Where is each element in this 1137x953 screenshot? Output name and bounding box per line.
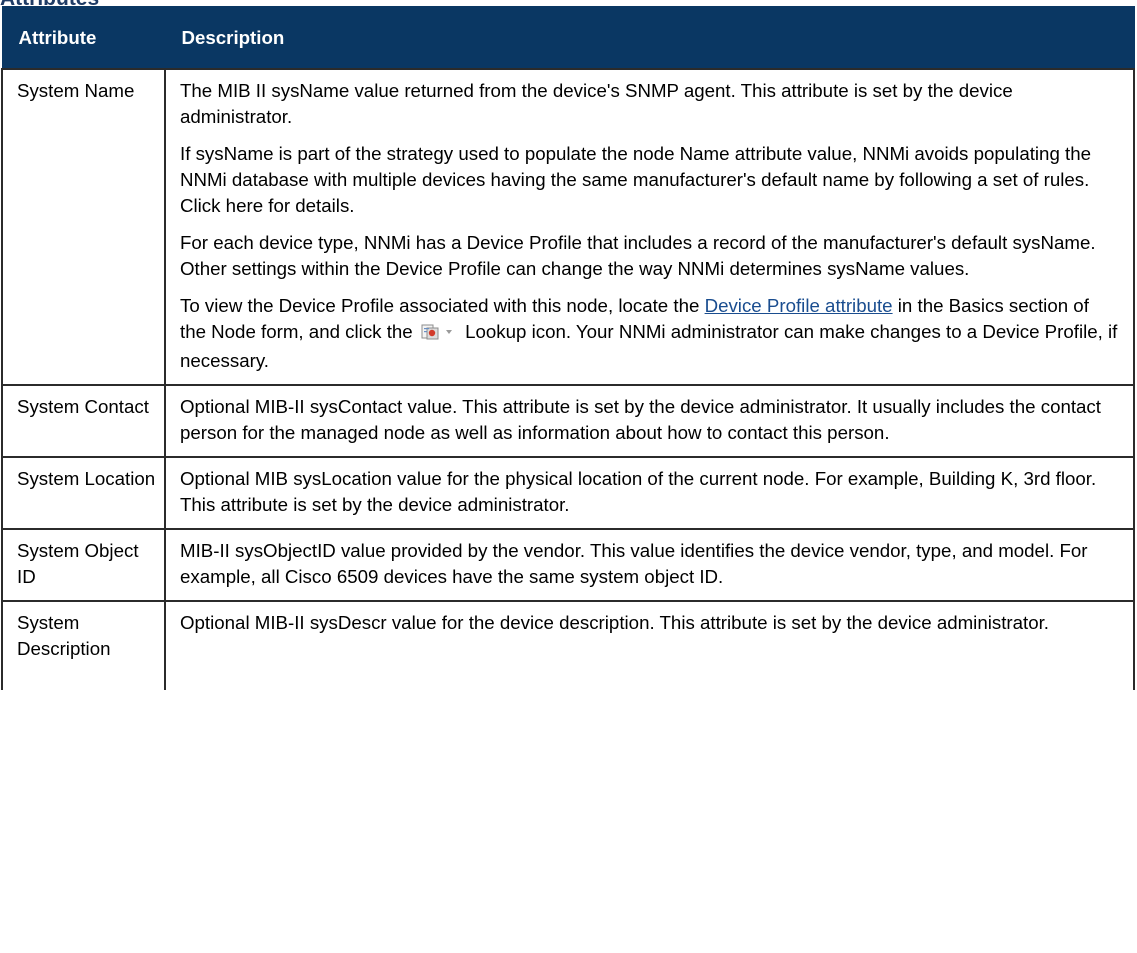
table-row-system-contact: System Contact Optional MIB-II sysContac… [1,384,1135,458]
table-row-system-description: System Description Optional MIB-II sysDe… [1,600,1135,690]
description-paragraph: For each device type, NNMi has a Device … [180,232,1096,279]
attribute-name-cell: System Description [1,600,166,690]
description-paragraph: If sysName is part of the strategy used … [180,143,1092,216]
attributes-table: Attribute Description System Name The MI… [1,6,1135,690]
attribute-name-cell: System Contact [1,384,166,458]
description-paragraph: To view the Device Profile associated wi… [180,293,1119,374]
text-span: To view the Device Profile associated wi… [180,295,705,316]
device-profile-attribute-link[interactable]: Device Profile attribute [705,295,893,316]
attribute-name-cell: System Name [1,68,166,386]
description-cell: The MIB II sysName value returned from t… [164,68,1135,386]
table-row-system-object-id: System Object ID MIB-II sysObjectID valu… [1,528,1135,602]
lookup-icon [420,322,456,348]
description-cell: MIB-II sysObjectID value provided by the… [164,528,1135,602]
description-paragraph: The MIB II sysName value returned from t… [180,80,1013,127]
description-cell: Optional MIB-II sysDescr value for the d… [164,600,1135,690]
attribute-name-cell: System Object ID [1,528,166,602]
description-column-header: Description [164,6,1135,70]
table-row-system-location: System Location Optional MIB sysLocation… [1,456,1135,530]
attribute-name-cell: System Location [1,456,166,530]
attribute-column-header: Attribute [1,6,166,70]
table-header-row: Attribute Description [1,6,1135,70]
description-cell: Optional MIB sysLocation value for the p… [164,456,1135,530]
description-cell: Optional MIB-II sysContact value. This a… [164,384,1135,458]
table-row-system-name: System Name The MIB II sysName value ret… [1,68,1135,386]
